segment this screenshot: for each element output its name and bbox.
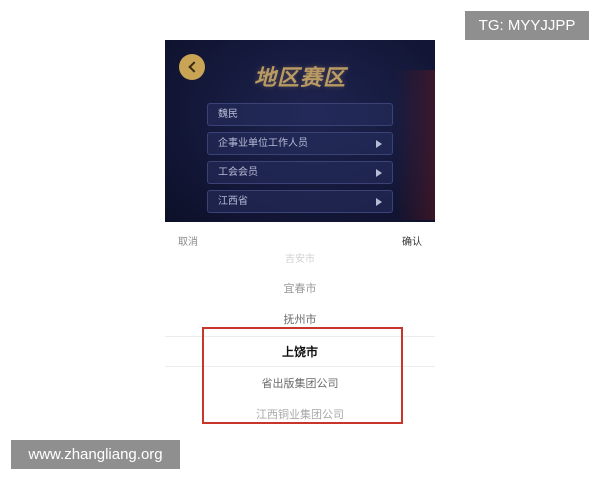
cancel-button[interactable]: 取消 — [178, 233, 198, 248]
triangle-right-icon — [376, 198, 382, 206]
picker-option[interactable]: 抚州市 — [165, 311, 435, 327]
membership-select-value: 工会会员 — [218, 167, 258, 178]
picker-option[interactable]: 吉安市 — [165, 250, 435, 265]
province-select-value: 江西省 — [218, 196, 248, 207]
identity-select-value: 企事业单位工作人员 — [218, 138, 308, 149]
site-watermark: www.zhangliang.org — [11, 440, 180, 469]
province-select[interactable]: 江西省 — [207, 190, 393, 213]
telegram-watermark: TG: MYYJJPP — [465, 11, 589, 40]
name-field[interactable]: 魏民 — [207, 103, 393, 126]
triangle-right-icon — [376, 169, 382, 177]
identity-select[interactable]: 企事业单位工作人员 — [207, 132, 393, 155]
name-field-value: 魏民 — [218, 109, 238, 120]
page-title: 地区赛区 — [253, 66, 346, 91]
picker-option[interactable]: 宜春市 — [165, 280, 435, 296]
triangle-right-icon — [376, 140, 382, 148]
annotation-highlight-box — [202, 327, 403, 424]
confirm-button[interactable]: 确认 — [402, 233, 422, 248]
membership-select[interactable]: 工会会员 — [207, 161, 393, 184]
region-form-panel: 地区赛区 魏民 企事业单位工作人员 工会会员 江西省 — [165, 40, 435, 222]
